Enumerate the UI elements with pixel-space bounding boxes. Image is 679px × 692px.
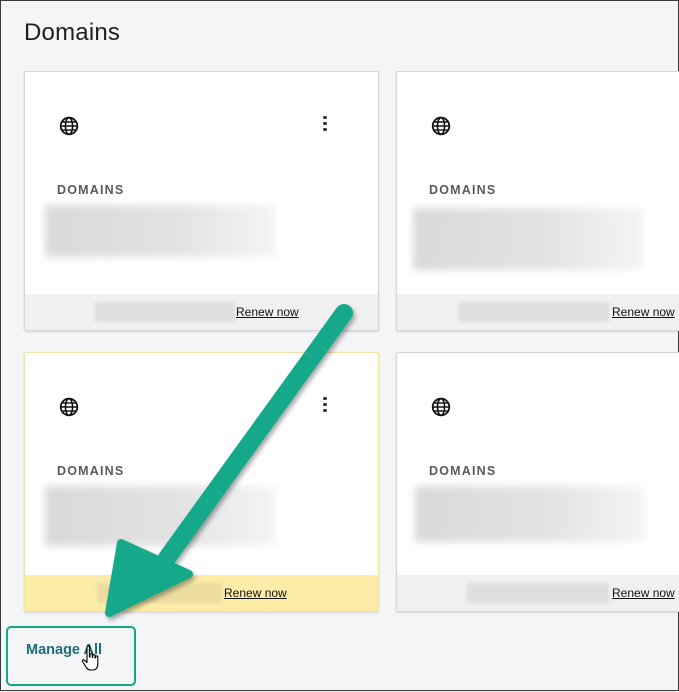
card-label: DOMAINS: [429, 183, 497, 197]
redacted-expiry: [467, 583, 609, 603]
globe-icon: [59, 397, 79, 417]
domain-card[interactable]: DOMAINS Renew now: [396, 352, 679, 612]
card-footer: Renew now: [25, 575, 378, 611]
renew-now-link[interactable]: Renew now: [224, 586, 287, 600]
domain-card[interactable]: DOMAINS Renew now: [396, 71, 679, 331]
card-footer: Renew now: [397, 294, 679, 330]
redacted-expiry: [459, 302, 609, 322]
manage-all-highlight: Manage All: [6, 626, 136, 686]
card-footer: Renew now: [25, 294, 378, 330]
redacted-expiry: [95, 302, 235, 322]
globe-icon: [431, 116, 451, 136]
renew-now-link[interactable]: Renew now: [612, 586, 675, 600]
domain-card-expiring[interactable]: DOMAINS Renew now: [24, 352, 379, 612]
globe-icon: [431, 397, 451, 417]
redacted-domain-name: [413, 208, 643, 270]
page-title: Domains: [24, 19, 121, 46]
more-vertical-icon[interactable]: [318, 397, 332, 415]
card-label: DOMAINS: [57, 183, 125, 197]
redacted-domain-name: [45, 205, 275, 257]
card-footer: Renew now: [397, 575, 679, 611]
renew-now-link[interactable]: Renew now: [612, 305, 675, 319]
card-label: DOMAINS: [429, 464, 497, 478]
redacted-expiry: [97, 583, 222, 603]
redacted-domain-name: [45, 486, 275, 546]
more-vertical-icon[interactable]: [318, 116, 332, 134]
redacted-domain-name: [415, 486, 645, 542]
card-label: DOMAINS: [57, 464, 125, 478]
globe-icon: [59, 116, 79, 136]
hand-cursor-icon: [81, 645, 99, 671]
domain-card[interactable]: DOMAINS Renew now: [24, 71, 379, 331]
renew-now-link[interactable]: Renew now: [236, 305, 299, 319]
